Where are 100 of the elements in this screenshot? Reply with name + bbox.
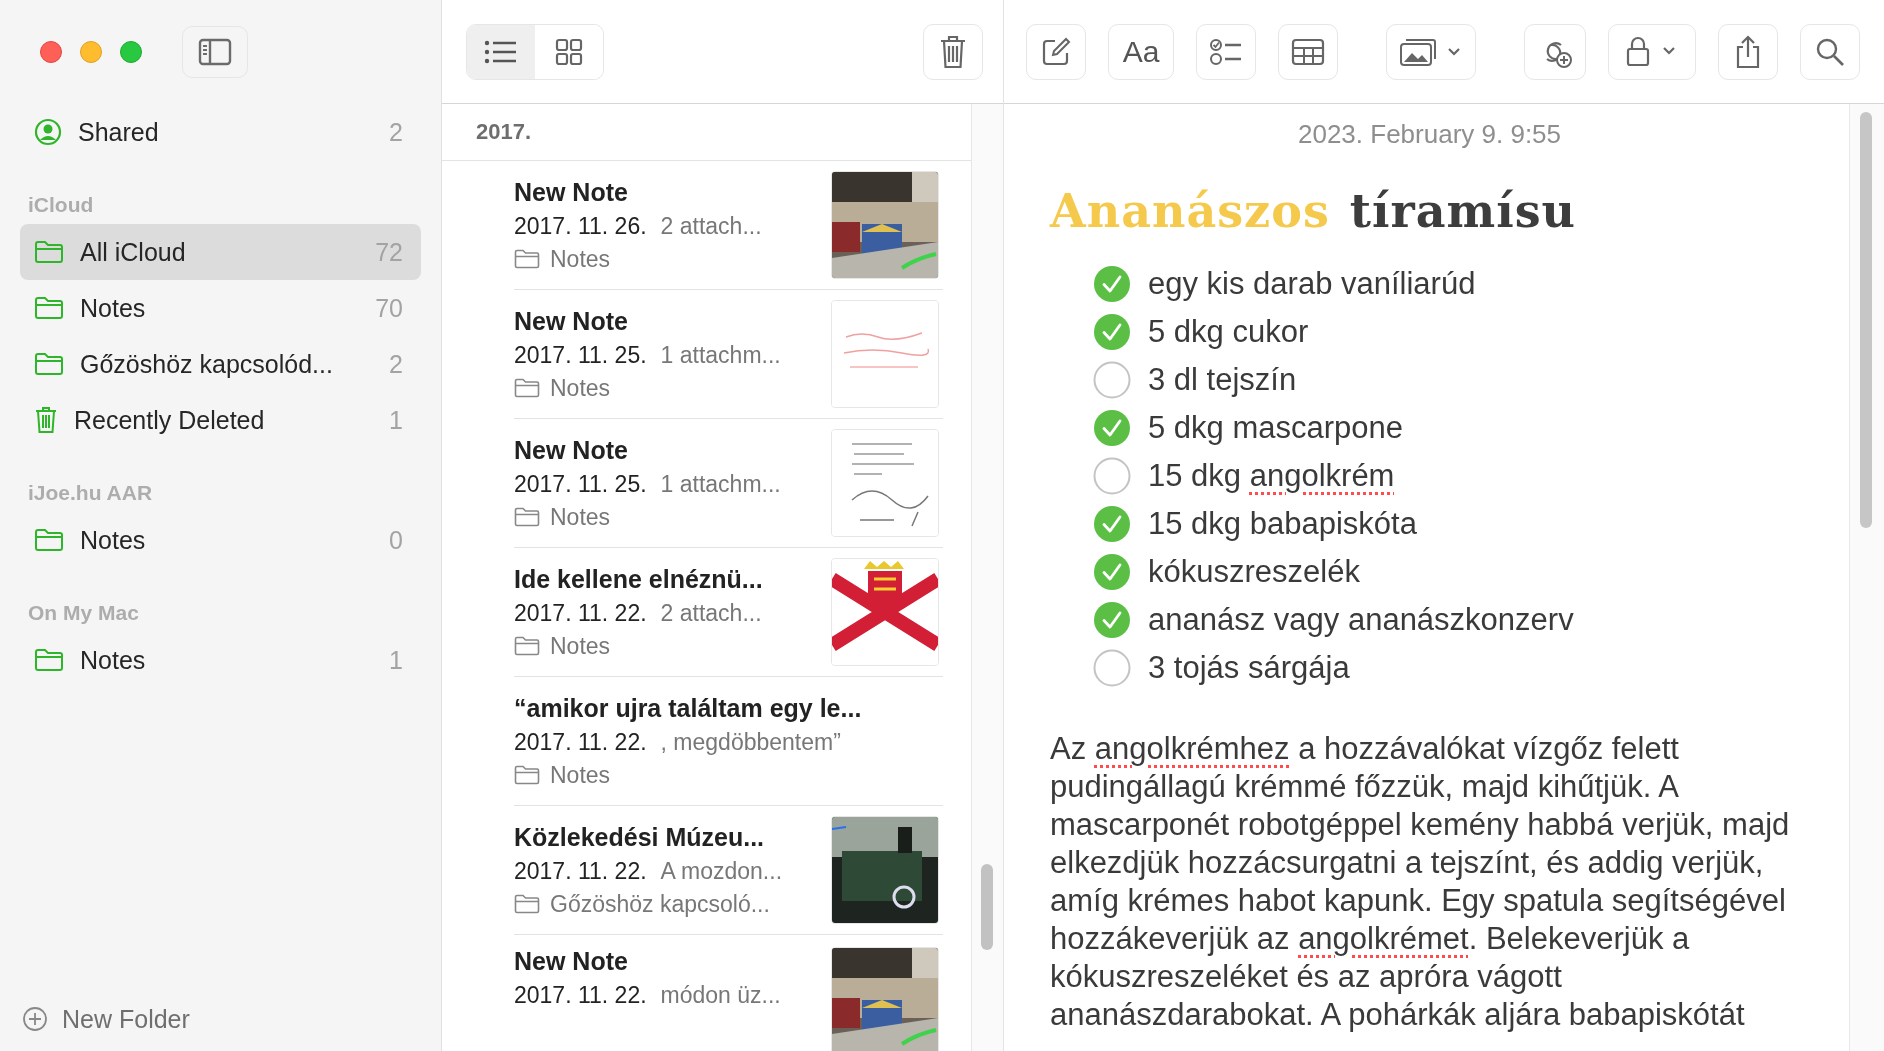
checked-checkbox[interactable]	[1093, 313, 1131, 351]
note-list-item[interactable]: New Note 2017. 11. 22. módon üz...	[514, 935, 943, 1051]
item-label: Recently Deleted	[74, 405, 266, 435]
note-title: New Note	[514, 177, 629, 207]
checkbox[interactable]	[1093, 457, 1131, 495]
delete-button[interactable]	[923, 23, 983, 80]
trash-icon	[939, 34, 967, 69]
checklist-item-text: 5 dkg cukor	[1148, 314, 1309, 350]
section-header: iJoe.hu AAR	[27, 480, 154, 506]
checklist-item-text: 15 dkg babapiskóta	[1148, 506, 1417, 542]
media-button[interactable]	[1386, 23, 1476, 80]
item-label: Notes	[80, 525, 147, 555]
checkbox[interactable]	[1093, 649, 1131, 687]
zoom-button[interactable]	[120, 41, 142, 63]
table-button[interactable]	[1278, 23, 1338, 80]
folder-icon	[34, 296, 64, 320]
note-date: 2017. 11. 26.	[514, 212, 647, 240]
checked-checkbox[interactable]	[1093, 409, 1131, 447]
item-label: All iCloud	[80, 237, 187, 267]
note-list-item[interactable]: New Note 2017. 11. 26. 2 attach... Notes	[514, 161, 943, 290]
folder-icon	[514, 636, 540, 656]
checklist-item-text: egy kis darab vaníliarúd	[1148, 266, 1476, 302]
note-snippet: módon üz...	[660, 982, 781, 1009]
minimize-button[interactable]	[80, 41, 102, 63]
note-snippet: 2 attach...	[660, 599, 762, 627]
sidebar-item[interactable]: Notes 1	[20, 632, 421, 688]
checklist-item-text: 3 dl tejszín	[1148, 362, 1297, 398]
folder-icon	[514, 378, 540, 398]
format-button[interactable]: Aa	[1108, 23, 1174, 80]
note-title: New Note	[514, 306, 629, 336]
folder-icon	[34, 648, 64, 672]
note-date: 2017. 11. 22.	[514, 982, 647, 1009]
table-icon	[1291, 37, 1325, 66]
note-snippet: , megdöbbentem”	[660, 728, 841, 756]
compose-button[interactable]	[1026, 23, 1086, 80]
note-snippet: 1 attachm...	[660, 470, 781, 498]
checked-checkbox[interactable]	[1093, 553, 1131, 591]
note-list-item[interactable]: Ide kellene elnéznü... 2017. 11. 22. 2 attach... Notes	[514, 548, 943, 677]
note-folder: Gőzöshöz kapcsoló...	[550, 890, 770, 918]
note-title: Ananászos tíramísu	[1050, 183, 1578, 240]
new-folder-button[interactable]: New Folder	[0, 989, 190, 1049]
checkbox[interactable]	[1093, 361, 1131, 399]
note-title: “amikor ujra találtam egy le...	[514, 693, 862, 723]
sidebar-item[interactable]: Recently Deleted 1	[20, 392, 421, 448]
scrollbar[interactable]	[1849, 104, 1884, 1051]
lock-button[interactable]	[1608, 23, 1696, 80]
item-count: 72	[375, 237, 403, 267]
sidebar-toggle-button[interactable]	[182, 26, 248, 78]
person-icon	[34, 118, 62, 146]
sidebar-item[interactable]: All iCloud 72	[20, 224, 421, 280]
sidebar-item[interactable]: Notes 0	[20, 512, 421, 568]
note-date: 2017. 11. 25.	[514, 341, 647, 369]
item-count: 2	[389, 349, 403, 379]
note-folder: Notes	[550, 503, 611, 531]
folder-icon	[34, 352, 64, 376]
sidebar-item[interactable]: Gőzöshöz kapcsolód... 2	[20, 336, 421, 392]
checklist-item-text: 5 dkg mascarpone	[1148, 410, 1404, 446]
note-title: Közlekedési Múzeu...	[514, 822, 766, 852]
folder-icon	[514, 765, 540, 785]
sidebar-item[interactable]: Notes 70	[20, 280, 421, 336]
note-snippet: A mozdon...	[660, 857, 783, 885]
checked-checkbox[interactable]	[1093, 601, 1131, 639]
checked-checkbox[interactable]	[1093, 265, 1131, 303]
note-folder: Notes	[550, 245, 611, 273]
item-label: Shared	[78, 117, 160, 147]
search-button[interactable]	[1800, 23, 1860, 80]
note-folder: Notes	[550, 632, 611, 660]
checklist-icon	[1209, 36, 1243, 67]
section-header: On My Mac	[27, 600, 140, 626]
checklist-button[interactable]	[1196, 23, 1256, 80]
close-button[interactable]	[40, 41, 62, 63]
note-date: 2017. 11. 22.	[514, 857, 647, 885]
note-title: New Note	[514, 435, 629, 465]
section-header: iCloud	[27, 192, 95, 218]
checked-checkbox[interactable]	[1093, 505, 1131, 543]
item-label: Notes	[80, 293, 147, 323]
note-list-item[interactable]: New Note 2017. 11. 25. 1 attachm... Notes	[514, 419, 943, 548]
note-snippet: 1 attachm...	[660, 341, 781, 369]
item-count: 1	[389, 645, 403, 675]
folder-icon	[514, 894, 540, 914]
item-count: 2	[389, 117, 403, 147]
item-label: Notes	[80, 645, 147, 675]
item-count: 1	[389, 405, 403, 435]
sidebar-item[interactable]: Shared 2	[20, 104, 421, 160]
folder-icon	[514, 249, 540, 269]
note-list-item[interactable]: New Note 2017. 11. 25. 1 attachm... Notes	[514, 290, 943, 419]
list-view-button[interactable]	[467, 24, 535, 79]
note-date: 2023. February 9. 9:55	[1296, 118, 1563, 151]
sidebar-icon	[198, 38, 232, 66]
collaborate-button[interactable]	[1524, 23, 1586, 80]
compose-icon	[1041, 36, 1071, 67]
share-icon	[1734, 34, 1762, 69]
note-list-item[interactable]: “amikor ujra találtam egy le... 2017. 11. 22. , megdöbbentem” Notes	[514, 677, 943, 806]
scrollbar[interactable]	[971, 104, 1003, 1051]
folder-icon	[514, 507, 540, 527]
checklist-item-text: ananász vagy ananászkonzerv	[1148, 602, 1574, 638]
note-list-item[interactable]: Közlekedési Múzeu... 2017. 11. 22. A mozdon... Gőzöshöz kapcsoló...	[514, 806, 943, 935]
note-date: 2017. 11. 22.	[514, 728, 647, 756]
checklist-item-text: kókuszreszelék	[1148, 554, 1360, 590]
share-button[interactable]	[1718, 23, 1778, 80]
